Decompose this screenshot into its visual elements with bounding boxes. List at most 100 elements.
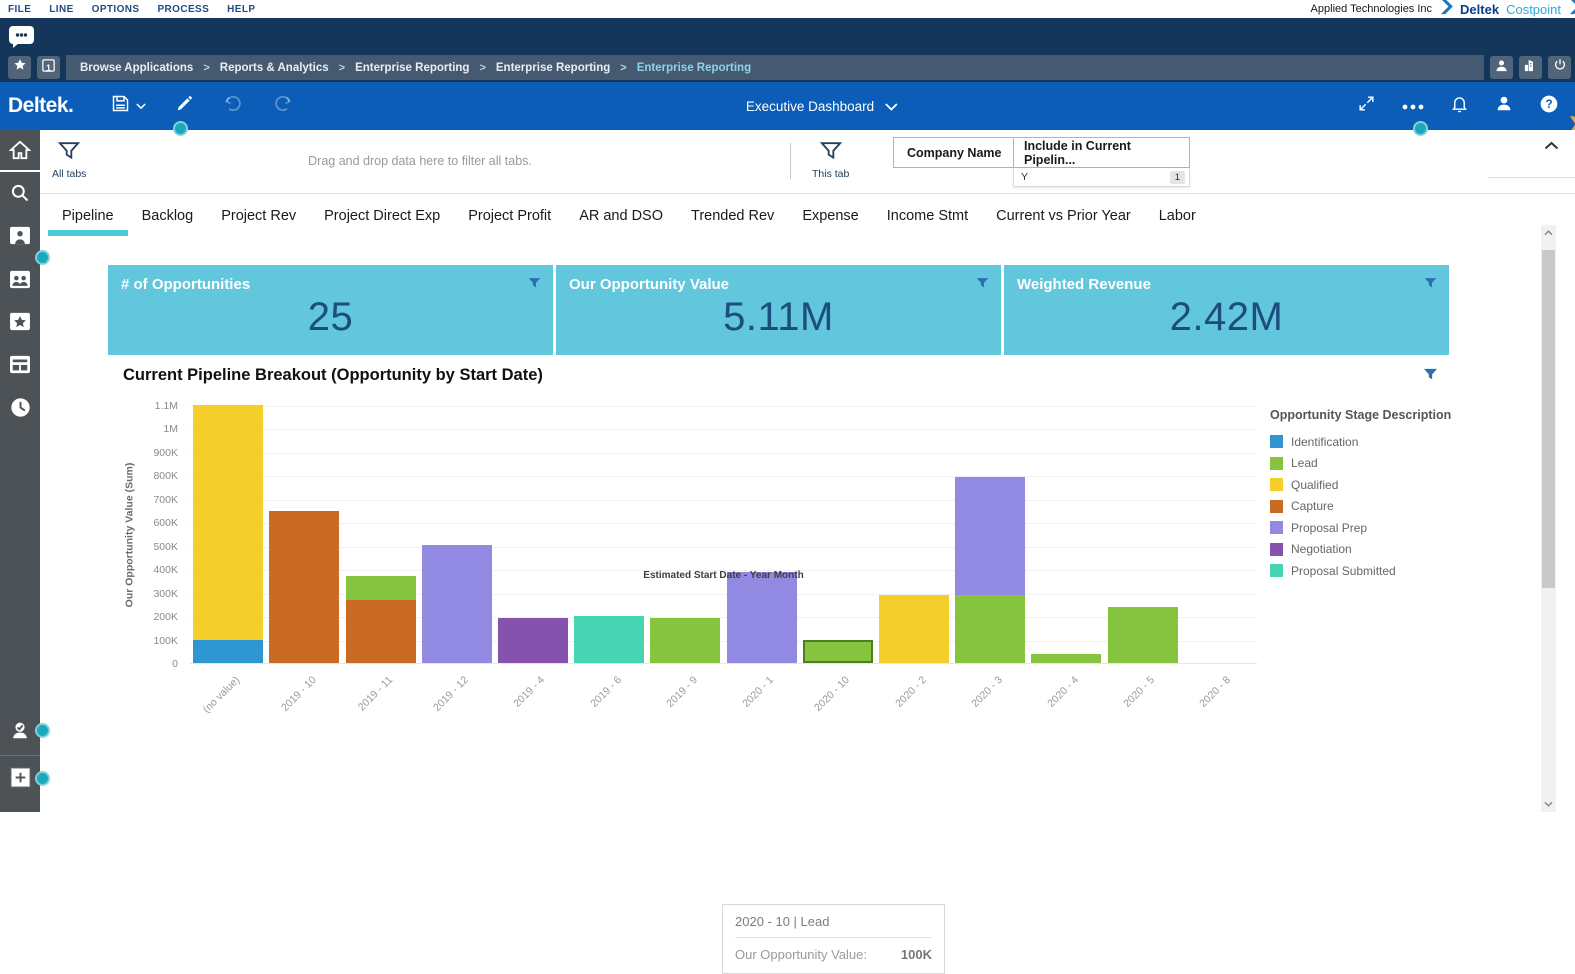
help-button[interactable]: ? — [1539, 94, 1559, 119]
favorites-star-button[interactable] — [8, 56, 31, 79]
bar-segment-qualified[interactable] — [879, 595, 949, 663]
collapse-filter-bar-button[interactable] — [1544, 137, 1559, 155]
bar-2020-2[interactable] — [879, 595, 949, 663]
breadcrumb-item[interactable]: Browse Applications — [80, 62, 193, 74]
sidebar-item-home[interactable] — [0, 140, 40, 165]
add-icon — [10, 767, 31, 793]
bar-2020-10[interactable] — [803, 640, 873, 663]
scroll-down-button[interactable] — [1541, 801, 1556, 807]
user-button[interactable] — [1495, 94, 1513, 118]
user-profile-button[interactable] — [1490, 56, 1513, 79]
bar-segment-lead[interactable] — [650, 618, 720, 663]
menu-item-file[interactable]: FILE — [8, 4, 31, 15]
edit-button[interactable] — [174, 94, 194, 119]
kpi-filter-funnel-icon[interactable] — [1424, 276, 1437, 294]
sidebar-item-employee-folder[interactable] — [0, 226, 40, 250]
chat-icon[interactable] — [8, 25, 35, 49]
expand-button[interactable] — [1357, 94, 1376, 118]
menu-item-line[interactable]: LINE — [49, 4, 73, 15]
legend-item-lead[interactable]: Lead — [1270, 453, 1475, 475]
sidebar-item-history-clock[interactable] — [0, 397, 40, 423]
tab-ar-and-dso[interactable]: AR and DSO — [565, 194, 677, 242]
scroll-up-button[interactable] — [1541, 230, 1556, 236]
filter-chip-include-in-pipeline[interactable]: Include in Current Pipelin... Y 1 — [1013, 137, 1190, 187]
sidebar-item-favorites-folder[interactable] — [0, 312, 40, 336]
legend-item-negotiation[interactable]: Negotiation — [1270, 539, 1475, 561]
legend-item-qualified[interactable]: Qualified — [1270, 474, 1475, 496]
bar-2019-9[interactable] — [650, 618, 720, 663]
legend-item-identification[interactable]: Identification — [1270, 431, 1475, 453]
dashboard-selector[interactable]: Executive Dashboard — [746, 82, 898, 130]
tab-expense[interactable]: Expense — [788, 194, 872, 242]
tab-backlog[interactable]: Backlog — [128, 194, 208, 242]
bar-segment-identification[interactable] — [193, 640, 263, 663]
bar-2020-4[interactable] — [1031, 654, 1101, 663]
coach-mark-dot[interactable] — [35, 771, 50, 786]
bar-segment-proposal-submitted[interactable] — [574, 616, 644, 663]
notifications-button[interactable] — [1450, 93, 1469, 119]
tab-trended-rev[interactable]: Trended Rev — [677, 194, 788, 242]
coach-mark-dot[interactable] — [35, 723, 50, 738]
logout-button[interactable] — [1548, 56, 1571, 79]
bar-2019-11[interactable] — [346, 576, 416, 663]
bar-segment-proposal-prep[interactable] — [422, 545, 492, 663]
x-axis-label: (no value) — [201, 674, 243, 716]
bar-2020-1[interactable] — [727, 572, 797, 663]
menu-item-options[interactable]: OPTIONS — [92, 4, 140, 15]
breadcrumb-item[interactable]: Enterprise Reporting — [496, 62, 610, 74]
bar-2020-5[interactable] — [1108, 607, 1178, 663]
tab-labor[interactable]: Labor — [1145, 194, 1210, 242]
vertical-scrollbar[interactable] — [1541, 225, 1556, 812]
sidebar-item-organization-folder[interactable] — [0, 355, 40, 379]
scrollbar-thumb[interactable] — [1542, 250, 1555, 588]
bar-segment-proposal-prep[interactable] — [727, 572, 797, 663]
sidebar-item-search[interactable] — [0, 183, 40, 208]
bar-segment-lead[interactable] — [1108, 607, 1178, 663]
all-tabs-filter[interactable]: All tabs — [52, 141, 86, 180]
tab-project-direct-exp[interactable]: Project Direct Exp — [310, 194, 454, 242]
kpi-filter-funnel-icon[interactable] — [528, 276, 541, 294]
user-icon — [1495, 94, 1513, 118]
bar-2019-4[interactable] — [498, 618, 568, 663]
bar-segment-qualified[interactable] — [193, 405, 263, 640]
bar-2019-10[interactable] — [269, 511, 339, 663]
tab-current-vs-prior-year[interactable]: Current vs Prior Year — [982, 194, 1145, 242]
sidebar-item-user-check[interactable] — [0, 719, 40, 746]
bar-segment-capture[interactable] — [346, 600, 416, 663]
organization-button[interactable] — [1519, 56, 1542, 79]
sidebar-item-add[interactable] — [0, 767, 40, 793]
breadcrumb-item[interactable]: Enterprise Reporting — [637, 62, 751, 74]
bar-2019-12[interactable] — [422, 545, 492, 663]
filter-dropzone[interactable]: Drag and drop data here to filter all ta… — [100, 130, 740, 192]
save-button[interactable] — [110, 93, 146, 119]
window-button[interactable]: 1 — [37, 56, 60, 79]
bar-segment-capture[interactable] — [269, 511, 339, 663]
breadcrumb-item[interactable]: Enterprise Reporting — [355, 62, 469, 74]
kpi-filter-funnel-icon[interactable] — [976, 276, 989, 294]
coach-mark-dot[interactable] — [35, 250, 50, 265]
chart-filter-funnel-icon[interactable] — [1423, 368, 1438, 386]
bar-segment-lead[interactable] — [955, 595, 1025, 663]
coach-mark-dot[interactable] — [1413, 121, 1428, 136]
bar--no-value-[interactable] — [193, 405, 263, 663]
legend-item-proposal-prep[interactable]: Proposal Prep — [1270, 517, 1475, 539]
this-tab-filter[interactable]: This tab — [812, 141, 849, 180]
toolbar-right-icons: ? — [1357, 82, 1559, 130]
menu-item-process[interactable]: PROCESS — [157, 4, 209, 15]
more-options-button[interactable] — [1402, 97, 1424, 115]
filter-chip-company-name[interactable]: Company Name — [893, 137, 1015, 168]
coach-mark-dot[interactable] — [173, 121, 188, 136]
tab-pipeline[interactable]: Pipeline — [48, 194, 128, 242]
bar-2019-6[interactable] — [574, 616, 644, 663]
sidebar-item-people-folder[interactable] — [0, 270, 40, 294]
legend-item-proposal-submitted[interactable]: Proposal Submitted — [1270, 560, 1475, 582]
tab-income-stmt[interactable]: Income Stmt — [873, 194, 982, 242]
menu-item-help[interactable]: HELP — [227, 4, 255, 15]
bar-segment-lead[interactable] — [1031, 654, 1101, 663]
bar-segment-lead[interactable] — [803, 640, 873, 663]
breadcrumb-item[interactable]: Reports & Analytics — [220, 62, 329, 74]
tab-project-profit[interactable]: Project Profit — [454, 194, 565, 242]
tab-project-rev[interactable]: Project Rev — [207, 194, 310, 242]
bar-segment-negotiation[interactable] — [498, 618, 568, 663]
legend-item-capture[interactable]: Capture — [1270, 496, 1475, 518]
